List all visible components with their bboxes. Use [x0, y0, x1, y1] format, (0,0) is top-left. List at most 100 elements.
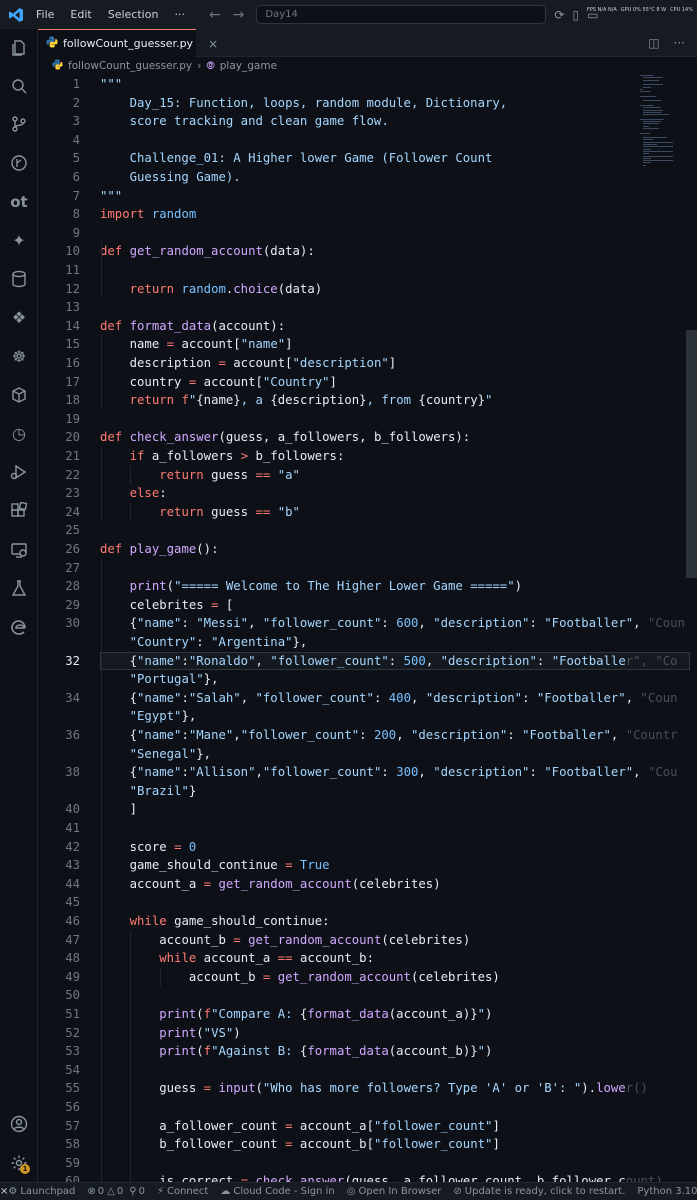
code-line[interactable]: 49 account_b = get_random_account(celebr…: [38, 968, 697, 987]
layout-icon[interactable]: ▯: [572, 8, 579, 22]
line-number[interactable]: 23: [38, 484, 80, 503]
code-text[interactable]: while game_should_continue:: [100, 912, 330, 931]
line-number[interactable]: 21: [38, 447, 80, 466]
code-line[interactable]: 9: [38, 224, 697, 243]
code-line[interactable]: 18 return f"{name}, a {description}, fro…: [38, 391, 697, 410]
tab-followcount-guesser[interactable]: followCount_guesser.py ×: [38, 29, 218, 57]
code-line[interactable]: 32 {"name":"Ronaldo", "follower_count": …: [38, 652, 697, 671]
code-line[interactable]: 26 def play_game():: [38, 540, 697, 559]
line-number[interactable]: 55: [38, 1079, 80, 1098]
code-line[interactable]: 54: [38, 1061, 697, 1080]
code-text[interactable]: guess = input("Who has more followers? T…: [100, 1079, 648, 1098]
code-text[interactable]: {"name":"Salah", "follower_count": 400, …: [100, 689, 678, 708]
line-number[interactable]: 45: [38, 893, 80, 912]
code-line[interactable]: 40 ]: [38, 800, 697, 819]
database-icon[interactable]: [9, 269, 29, 289]
error-count[interactable]: 0: [98, 1186, 104, 1197]
code-line[interactable]: 50: [38, 986, 697, 1005]
line-number[interactable]: 38: [38, 763, 80, 782]
line-number[interactable]: 50: [38, 986, 80, 1005]
code-line[interactable]: 59: [38, 1154, 697, 1173]
code-line[interactable]: "Senegal"},: [38, 745, 697, 764]
line-number[interactable]: 48: [38, 949, 80, 968]
menu-edit[interactable]: Edit: [68, 6, 93, 23]
line-number[interactable]: 1: [38, 75, 80, 94]
code-text[interactable]: def check_answer(guess, a_followers, b_f…: [100, 428, 470, 447]
code-text[interactable]: {"name":"Allison","follower_count": 300,…: [100, 763, 678, 782]
gemini-icon[interactable]: ✦: [9, 230, 29, 250]
code-text[interactable]: "Egypt"},: [100, 707, 197, 726]
code-text[interactable]: else:: [100, 484, 167, 503]
code-line[interactable]: 52 print("VS"): [38, 1024, 697, 1043]
line-number[interactable]: 32: [38, 652, 80, 671]
code-text[interactable]: is_correct = check_answer(guess, a_follo…: [100, 1172, 663, 1182]
code-text[interactable]: country = account["Country"]: [100, 373, 337, 392]
code-text[interactable]: name = account["name"]: [100, 335, 293, 354]
command-center-search[interactable]: Day14: [256, 5, 547, 24]
code-line[interactable]: 5 Challenge_01: A Higher lower Game (Fol…: [38, 149, 697, 168]
code-line[interactable]: 48 while account_a == account_b:: [38, 949, 697, 968]
code-line[interactable]: 21 if a_followers > b_followers:: [38, 447, 697, 466]
code-text[interactable]: if a_followers > b_followers:: [100, 447, 345, 466]
line-number[interactable]: 7: [38, 187, 80, 206]
code-text[interactable]: print(f"Against B: {format_data(account_…: [100, 1042, 492, 1061]
code-text[interactable]: import random: [100, 205, 196, 224]
line-number[interactable]: 22: [38, 466, 80, 485]
menu-more[interactable]: ···: [172, 6, 187, 23]
code-text[interactable]: account_b = get_random_account(celebrite…: [100, 931, 470, 950]
code-text[interactable]: "Senegal"},: [100, 745, 211, 764]
code-line[interactable]: 53 print(f"Against B: {format_data(accou…: [38, 1042, 697, 1061]
forward-arrow-icon[interactable]: →: [233, 7, 245, 23]
line-number[interactable]: 41: [38, 819, 80, 838]
code-line[interactable]: 11: [38, 261, 697, 280]
line-number[interactable]: 59: [38, 1154, 80, 1173]
remote-explorer-icon[interactable]: [9, 540, 29, 560]
line-number[interactable]: 13: [38, 298, 80, 317]
code-line[interactable]: 19: [38, 410, 697, 429]
code-editor[interactable]: 1 """ 2 Day_15: Function, loops, random mo…: [38, 75, 697, 1182]
code-line[interactable]: 8 import random: [38, 205, 697, 224]
line-number[interactable]: 16: [38, 354, 80, 373]
code-text[interactable]: {"name":"Ronaldo", "follower_count": 500…: [100, 652, 678, 671]
line-number[interactable]: 28: [38, 577, 80, 596]
code-line[interactable]: 44 account_a = get_random_account(celebr…: [38, 875, 697, 894]
code-text[interactable]: {"name": "Messi", "follower_count": 600,…: [100, 614, 685, 633]
line-number[interactable]: 4: [38, 131, 80, 150]
menu-file[interactable]: File: [34, 6, 56, 23]
remote-indicator-icon[interactable]: ⨯: [0, 1186, 8, 1197]
code-line[interactable]: 58 b_follower_count = account_b["followe…: [38, 1135, 697, 1154]
code-text[interactable]: def format_data(account):: [100, 317, 285, 336]
code-text[interactable]: print("===== Welcome to The Higher Lower…: [100, 577, 522, 596]
line-number[interactable]: 47: [38, 931, 80, 950]
code-line[interactable]: 60 is_correct = check_answer(guess, a_fo…: [38, 1172, 697, 1182]
split-editor-icon[interactable]: ◫: [648, 36, 659, 50]
line-number[interactable]: 27: [38, 559, 80, 578]
code-text[interactable]: def get_random_account(data):: [100, 242, 315, 261]
line-number[interactable]: 29: [38, 596, 80, 615]
code-text[interactable]: def play_game():: [100, 540, 218, 559]
launchpad-item[interactable]: Launchpad: [20, 1186, 75, 1197]
code-line[interactable]: 27: [38, 559, 697, 578]
line-number[interactable]: 58: [38, 1135, 80, 1154]
vscode-logo-icon[interactable]: [0, 7, 32, 23]
line-number[interactable]: 44: [38, 875, 80, 894]
code-text[interactable]: Challenge_01: A Higher lower Game (Follo…: [100, 149, 493, 168]
editor-scrollbar[interactable]: [686, 330, 697, 578]
cloud-code-item[interactable]: Cloud Code - Sign in: [233, 1186, 334, 1197]
breadcrumb-file[interactable]: followCount_guesser.py: [68, 60, 192, 72]
code-line[interactable]: 42 score = 0: [38, 838, 697, 857]
code-line[interactable]: 23 else:: [38, 484, 697, 503]
line-number[interactable]: 17: [38, 373, 80, 392]
code-line[interactable]: 57 a_follower_count = account_a["followe…: [38, 1117, 697, 1136]
code-text[interactable]: a_follower_count = account_a["follower_c…: [100, 1117, 500, 1136]
code-line[interactable]: 47 account_b = get_random_account(celebr…: [38, 931, 697, 950]
line-number[interactable]: 36: [38, 726, 80, 745]
kubernetes-icon[interactable]: ☸: [9, 346, 29, 366]
line-number[interactable]: 25: [38, 521, 80, 540]
line-number[interactable]: 18: [38, 391, 80, 410]
extensions-diamond-icon[interactable]: ❖: [9, 307, 29, 327]
line-number[interactable]: 12: [38, 280, 80, 299]
code-line[interactable]: 15 name = account["name"]: [38, 335, 697, 354]
package-icon[interactable]: [9, 385, 29, 405]
code-text[interactable]: """: [100, 75, 122, 94]
